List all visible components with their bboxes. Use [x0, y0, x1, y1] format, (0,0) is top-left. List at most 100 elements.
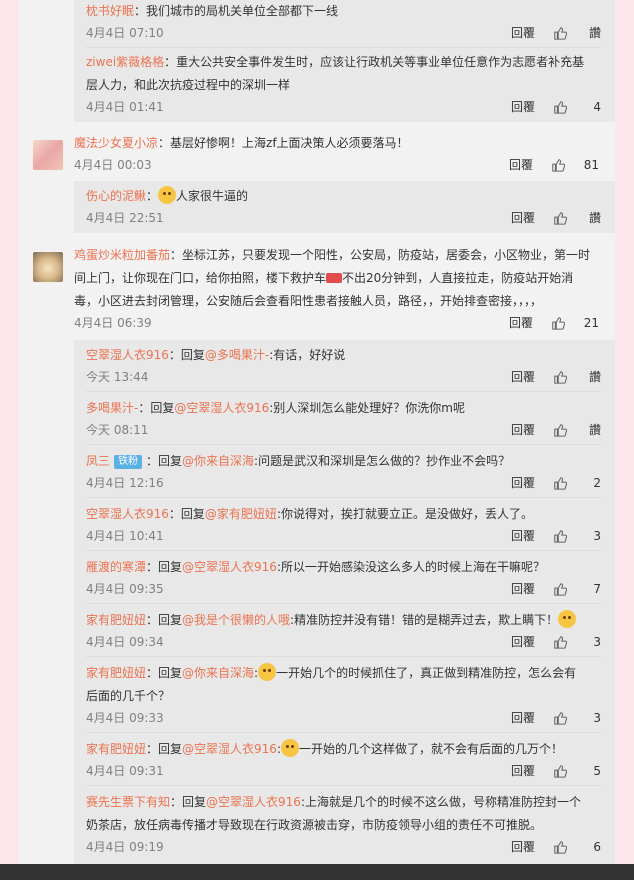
like-count[interactable]: 3 [571, 526, 601, 546]
reply-button[interactable]: 回覆 [511, 97, 535, 117]
like-count[interactable]: 2 [571, 473, 601, 493]
reply-button[interactable]: 回覆 [511, 23, 535, 43]
like-count[interactable]: 讚 [571, 208, 601, 228]
username-link[interactable]: 凤三 [86, 454, 110, 468]
mention-link[interactable]: @你来自深海 [182, 666, 254, 680]
like-count[interactable]: 7 [571, 579, 601, 599]
reply-button[interactable]: 回覆 [511, 579, 535, 599]
like-count[interactable]: 6 [571, 837, 601, 857]
sub-reply: 家有肥妞妞：回复@我是个很懒的人哦:精准防控并没有错！错的是糊弄过去，欺上瞒下！… [86, 609, 601, 652]
thumbs-up-icon[interactable] [553, 711, 567, 725]
comment-meta: 4月4日 22:51 回覆 讚 [86, 208, 601, 228]
like-count[interactable]: 21 [569, 313, 599, 333]
like-count[interactable]: 讚 [571, 367, 601, 387]
mention-link[interactable]: @空翠湿人衣916 [182, 742, 277, 756]
reply-button[interactable]: 回覆 [511, 420, 535, 440]
like-count[interactable]: 3 [571, 708, 601, 728]
username-link[interactable]: 家有肥妞妞 [86, 666, 146, 680]
comment-meta: 4月4日 07:10 回覆 讚 [86, 23, 601, 43]
username-link[interactable]: 雁渡的寒潭 [86, 560, 146, 574]
comment-meta: 4月4日 09:34 回覆 3 [86, 632, 601, 652]
thumbs-up-icon[interactable] [551, 316, 565, 330]
thumbs-up-icon[interactable] [553, 840, 567, 854]
comment-text: 一开始的几个这样做了，就不会有后面的几万个！ [298, 742, 563, 756]
avatar[interactable] [33, 140, 63, 170]
thumbs-up-icon[interactable] [553, 635, 567, 649]
username-link[interactable]: 空翠湿人衣916 [86, 507, 169, 521]
reply-button[interactable]: 回覆 [511, 473, 535, 493]
comment-text: ：我们城市的局机关单位全部都下一线 [134, 4, 339, 18]
timestamp: 4月4日 09:33 [86, 711, 164, 725]
divider [86, 656, 601, 657]
username-link[interactable]: 多喝果汁- [86, 401, 138, 415]
username-link[interactable]: 伤心的泥鳅 [86, 189, 146, 203]
comment-meta: 4月4日 09:35 回覆 7 [86, 579, 601, 599]
like-count[interactable]: 5 [571, 761, 601, 781]
mention-link[interactable]: @空翠湿人衣916 [174, 401, 269, 415]
mention-link[interactable]: @空翠湿人衣916 [182, 560, 277, 574]
comment-meta: 今天 13:44 回覆 讚 [86, 367, 601, 387]
username-link[interactable]: ziwei紫薇格格 [86, 55, 164, 69]
username-link[interactable]: 魔法少女夏小凉 [74, 136, 158, 150]
reply-button[interactable]: 回覆 [511, 632, 535, 652]
reply-button[interactable]: 回覆 [509, 155, 533, 175]
thumbs-up-icon[interactable] [553, 26, 567, 40]
like-count[interactable]: 讚 [571, 23, 601, 43]
comment-meta: 4月4日 09:19 回覆 6 [86, 837, 601, 857]
timestamp: 4月4日 10:41 [86, 529, 164, 543]
divider [86, 785, 601, 786]
mention-link[interactable]: @多喝果汁- [205, 348, 269, 362]
mention-link[interactable]: @你来自深海 [182, 454, 254, 468]
sub-reply: 空翠湿人衣916：回复@多喝果汁-:有话，好好说 今天 13:44 回覆讚 [86, 344, 601, 387]
thumbs-up-icon[interactable] [553, 529, 567, 543]
divider [86, 550, 601, 551]
thumbs-up-icon[interactable] [553, 582, 567, 596]
comment-section: 枕书好眠：我们城市的局机关单位全部都下一线 4月4日 07:10 回覆 讚 zi… [19, 0, 615, 864]
comment-text: 人家很牛逼的 [176, 189, 249, 203]
comment-meta: 4月4日 06:39 回覆 21 [74, 313, 599, 333]
like-count[interactable]: 讚 [571, 420, 601, 440]
comment-meta: 4月4日 10:41 回覆 3 [86, 526, 601, 546]
divider [86, 603, 601, 604]
sub-reply: ziwei紫薇格格：重大公共安全事件发生时，应该让行政机关等事业单位任意作为志愿… [86, 51, 601, 117]
like-count[interactable]: 4 [571, 97, 601, 117]
shy-emoji-icon [558, 610, 577, 628]
doge-emoji-icon [158, 186, 177, 204]
thumbs-up-icon[interactable] [553, 423, 567, 437]
timestamp: 4月4日 22:51 [86, 211, 164, 225]
reply-button[interactable]: 回覆 [511, 761, 535, 781]
username-link[interactable]: 家有肥妞妞 [86, 742, 146, 756]
mention-link[interactable]: @家有肥妞妞 [205, 507, 277, 521]
thumbs-up-icon[interactable] [553, 370, 567, 384]
comment-meta: 今天 08:11 回覆 讚 [86, 420, 601, 440]
username-link[interactable]: 空翠湿人衣916 [86, 348, 169, 362]
comment-text: :别人深圳怎么能处理好？你洗你m呢 [269, 401, 465, 415]
reply-button[interactable]: 回覆 [511, 367, 535, 387]
comment-text: :有话，好好说 [269, 348, 346, 362]
reply-button[interactable]: 回覆 [509, 313, 533, 333]
timestamp: 4月4日 09:31 [86, 764, 164, 778]
reply-button[interactable]: 回覆 [511, 208, 535, 228]
reply-button[interactable]: 回覆 [511, 526, 535, 546]
thumbs-up-icon[interactable] [553, 476, 567, 490]
username-link[interactable]: 枕书好眠 [86, 4, 134, 18]
thumbs-up-icon[interactable] [553, 764, 567, 778]
avatar[interactable] [33, 252, 63, 282]
username-link[interactable]: 赛先生票下有知 [86, 795, 170, 809]
sub-reply: 凤三 铁粉 ：回复@你来自深海:问题是武汉和深圳是怎么做的？抄作业不会吗？ 4月4日… [86, 450, 601, 493]
like-count[interactable]: 3 [571, 632, 601, 652]
thumbs-up-icon[interactable] [553, 100, 567, 114]
username-link[interactable]: 家有肥妞妞 [86, 613, 146, 627]
fan-badge: 铁粉 [114, 455, 143, 469]
thumbs-up-icon[interactable] [551, 158, 565, 172]
username-link[interactable]: 鸡蛋炒米粒加番茄 [74, 248, 170, 262]
divider [86, 732, 601, 733]
comment-text: :上海就是几个的时候不这么做，号称精准防控封一个 [300, 795, 581, 809]
reply-button[interactable]: 回覆 [511, 837, 535, 857]
mention-link[interactable]: @我是个很懒的人哦 [182, 613, 290, 627]
thumbs-up-icon[interactable] [553, 211, 567, 225]
sub-reply: 空翠湿人衣916：回复@家有肥妞妞:你说得对，挨打就要立正。是没做好，丢人了。 … [86, 503, 601, 546]
reply-button[interactable]: 回覆 [511, 708, 535, 728]
like-count[interactable]: 81 [569, 155, 599, 175]
mention-link[interactable]: @空翠湿人衣916 [206, 795, 301, 809]
